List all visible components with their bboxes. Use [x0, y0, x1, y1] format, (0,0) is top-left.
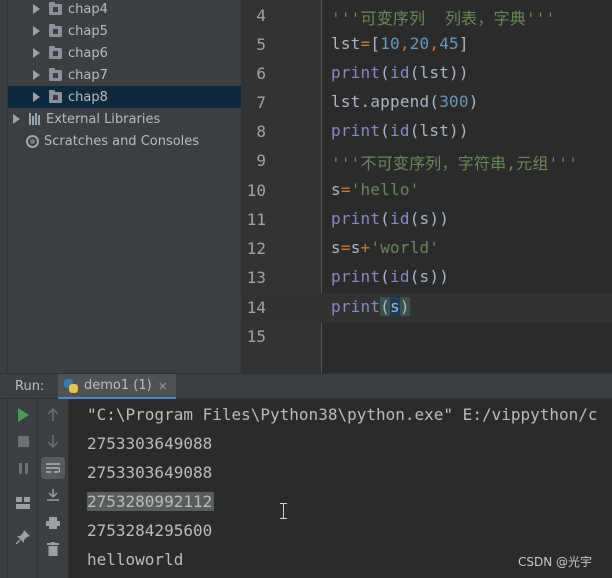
tree-item-chap6[interactable]: chap6	[8, 42, 241, 64]
code-line[interactable]: lst.append(300)	[331, 92, 479, 111]
expand-arrow-icon[interactable]	[33, 26, 40, 36]
trash-icon	[47, 542, 59, 556]
scratches-icon	[26, 134, 39, 148]
pin-button[interactable]	[13, 527, 33, 547]
code-line[interactable]: print(id(lst))	[331, 63, 469, 82]
console-line: 2753303649088	[87, 434, 213, 453]
run-label: Run:	[15, 379, 45, 394]
tree-item-label: chap8	[68, 89, 108, 105]
expand-arrow-icon[interactable]	[13, 114, 20, 124]
print-button[interactable]	[43, 513, 63, 533]
arrow-down-icon	[47, 435, 59, 448]
tree-item-external-libraries[interactable]: External Libraries	[8, 108, 241, 130]
scroll-up-button[interactable]	[43, 405, 63, 425]
run-tab-demo1[interactable]: demo1 (1) ×	[58, 374, 176, 400]
stop-button[interactable]	[13, 431, 33, 451]
code-line[interactable]: print(id(lst))	[331, 121, 469, 140]
tree-item-label: Scratches and Consoles	[44, 133, 200, 149]
run-toolwindow-header: Run: demo1 (1) ×	[0, 373, 612, 400]
console-line: helloworld	[87, 550, 184, 569]
line-number: 6	[256, 64, 266, 83]
folder-icon	[49, 23, 62, 37]
line-number: 12	[246, 239, 266, 258]
code-line[interactable]: print(id(s))	[331, 209, 449, 228]
line-number: 10	[246, 181, 266, 200]
watermark: CSDN @光宇	[518, 555, 593, 569]
console-line: "C:\Program Files\Python38\python.exe" E…	[87, 405, 598, 424]
line-number: 8	[256, 122, 266, 141]
code-line[interactable]: print(id(s))	[331, 267, 449, 286]
code-line[interactable]: '''可变序列 列表，字典'''	[331, 5, 555, 29]
folder-icon	[49, 67, 62, 81]
tree-item-scratches[interactable]: Scratches and Consoles	[8, 130, 241, 152]
line-number: 4	[256, 6, 266, 25]
folder-icon	[49, 1, 62, 15]
pause-button[interactable]	[13, 458, 33, 478]
library-icon	[29, 113, 40, 125]
console-line-selected: 2753280992112	[87, 492, 215, 511]
pause-icon	[18, 462, 28, 474]
play-icon	[17, 408, 29, 422]
code-line-current[interactable]: print(s)	[331, 297, 410, 316]
tree-item-label: chap7	[68, 67, 108, 83]
code-line[interactable]: s=s+'world'	[331, 238, 439, 257]
layout-icon	[16, 497, 30, 509]
pin-icon	[16, 530, 30, 544]
line-number-current: 14	[246, 298, 266, 317]
expand-arrow-icon[interactable]	[33, 92, 40, 102]
tree-item-chap4[interactable]: chap4	[8, 0, 241, 20]
folder-icon	[49, 45, 62, 59]
left-tool-strip-bottom	[0, 399, 8, 578]
line-number: 5	[256, 35, 266, 54]
run-tab-label: demo1 (1)	[84, 378, 152, 393]
console-line: 2753284295600	[87, 521, 213, 540]
text-cursor-icon	[280, 502, 288, 520]
scroll-to-end-button[interactable]	[43, 485, 63, 505]
line-number: 13	[246, 268, 266, 287]
expand-arrow-icon[interactable]	[33, 48, 40, 58]
layout-button[interactable]	[13, 493, 33, 513]
stop-icon	[17, 435, 29, 447]
expand-arrow-icon[interactable]	[33, 70, 40, 80]
tree-item-chap5[interactable]: chap5	[8, 20, 241, 42]
scroll-down-button[interactable]	[43, 431, 63, 451]
rerun-button[interactable]	[13, 405, 33, 425]
folder-icon	[49, 89, 62, 103]
print-icon	[46, 517, 60, 529]
close-icon[interactable]: ×	[158, 379, 168, 393]
soft-wrap-button[interactable]	[41, 457, 65, 479]
run-toolbar-primary	[8, 399, 38, 578]
expand-arrow-icon[interactable]	[33, 4, 40, 14]
code-line[interactable]: s='hello'	[331, 180, 420, 199]
soft-wrap-icon	[46, 463, 60, 473]
line-number: 11	[246, 210, 266, 229]
tree-item-label: chap5	[68, 23, 108, 39]
tree-item-chap7[interactable]: chap7	[8, 64, 241, 86]
tree-item-label: External Libraries	[46, 111, 161, 127]
line-number: 7	[256, 93, 266, 112]
scroll-to-end-icon	[47, 489, 59, 501]
left-tool-strip	[0, 0, 8, 373]
line-number: 15	[246, 327, 266, 346]
code-line[interactable]: '''不可变序列，字符串,元组'''	[331, 150, 578, 174]
tree-item-label: chap6	[68, 45, 108, 61]
code-line[interactable]: lst=[10,20,45]	[331, 34, 469, 53]
console-line: 2753303649088	[87, 463, 213, 482]
line-number: 9	[256, 151, 266, 170]
current-line-highlight	[242, 293, 612, 323]
tree-item-chap8[interactable]: chap8	[8, 86, 241, 108]
clear-all-button[interactable]	[43, 539, 63, 559]
python-icon	[64, 378, 78, 393]
run-toolbar-secondary	[38, 399, 69, 578]
tree-item-label: chap4	[68, 1, 108, 17]
arrow-up-icon	[47, 408, 59, 421]
